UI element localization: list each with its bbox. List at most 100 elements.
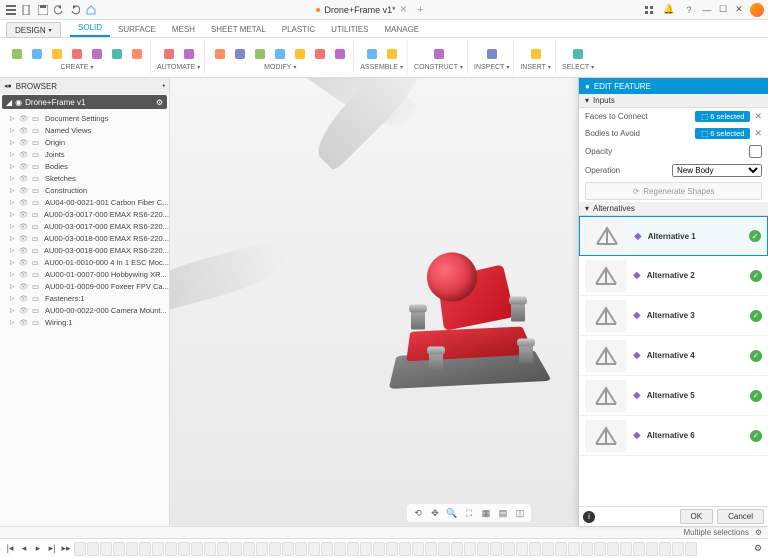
expand-icon[interactable]: ▷ — [10, 127, 16, 134]
tool-group-label[interactable]: AUTOMATE ▾ — [157, 64, 200, 71]
timeline-play-icon[interactable]: ▸ — [32, 543, 44, 555]
shell-icon[interactable] — [231, 45, 249, 63]
visibility-icon[interactable]: 👁 — [19, 198, 29, 206]
operation-select[interactable]: New Body — [672, 164, 762, 177]
expand-icon[interactable]: ▷ — [10, 199, 16, 206]
tool-group-label[interactable]: MODIFY ▾ — [264, 64, 296, 71]
tree-item[interactable]: ▷👁▭AU04-00-0021-001 Carbon Fiber C... — [0, 196, 169, 208]
tool-group-label[interactable]: CREATE ▾ — [61, 64, 94, 71]
expand-icon[interactable]: ▷ — [10, 271, 16, 278]
tool-group-label[interactable]: INSERT ▾ — [520, 64, 551, 71]
timeline-feature[interactable] — [555, 542, 567, 556]
timeline-feature[interactable] — [425, 542, 437, 556]
inputs-section-header[interactable]: ▾Inputs — [579, 94, 768, 108]
visibility-icon[interactable]: 👁 — [19, 222, 29, 230]
timeline-feature[interactable] — [373, 542, 385, 556]
timeline-feature[interactable] — [490, 542, 502, 556]
tool-group-label[interactable]: SELECT ▾ — [562, 64, 594, 71]
user-avatar[interactable] — [750, 3, 764, 17]
file-icon[interactable] — [20, 3, 34, 17]
extr-icon[interactable] — [88, 45, 106, 63]
tree-item[interactable]: ▷👁▭Fasteners:1 — [0, 292, 169, 304]
timeline-feature[interactable] — [100, 542, 112, 556]
expand-icon[interactable]: ▷ — [10, 115, 16, 122]
tree-item[interactable]: ▷👁▭AU00-03-0018-000 EMAX RS6-220... — [0, 244, 169, 256]
ribbon-tab-manage[interactable]: MANAGE — [376, 22, 427, 37]
save-icon[interactable] — [36, 3, 50, 17]
undo-icon[interactable] — [52, 3, 66, 17]
alternatives-section-header[interactable]: ▾Alternatives — [579, 202, 768, 216]
selection-pill[interactable]: ⬚ 6 selected — [695, 128, 750, 139]
pan-icon[interactable]: ✥ — [428, 506, 442, 520]
ribbon-tab-solid[interactable]: SOLID — [70, 20, 110, 37]
new-tab-icon[interactable]: + — [417, 4, 423, 16]
visibility-icon[interactable]: 👁 — [19, 126, 29, 134]
visibility-icon[interactable]: 👁 — [19, 306, 29, 314]
notification-icon[interactable]: 🔔 — [662, 3, 676, 17]
timeline-feature[interactable] — [594, 542, 606, 556]
tree-item[interactable]: ▷👁▭AU00-01-0009-000 Foxeer FPV Ca... — [0, 280, 169, 292]
joint-icon[interactable] — [363, 45, 381, 63]
timeline-feature[interactable] — [529, 542, 541, 556]
expand-icon[interactable]: ▷ — [10, 247, 16, 254]
timeline-feature[interactable] — [672, 542, 684, 556]
visibility-icon[interactable]: 👁 — [19, 246, 29, 254]
alternative-item[interactable]: ◆Alternative 6✓ — [579, 416, 768, 456]
rev-icon[interactable] — [108, 45, 126, 63]
ribbon-tab-sheet metal[interactable]: SHEET METAL — [203, 22, 274, 37]
timeline-feature[interactable] — [191, 542, 203, 556]
tree-item[interactable]: ▷👁▭AU00-01-0007-000 Hobbywing XR... — [0, 268, 169, 280]
timeline-settings-icon[interactable]: ⚙ — [752, 543, 764, 555]
visibility-icon[interactable]: 👁 — [19, 186, 29, 194]
timeline-feature[interactable] — [87, 542, 99, 556]
timeline-feature[interactable] — [74, 542, 86, 556]
auto1-icon[interactable] — [160, 45, 178, 63]
del-icon[interactable] — [331, 45, 349, 63]
press-icon[interactable] — [271, 45, 289, 63]
tree-item[interactable]: ▷👁▭Origin — [0, 136, 169, 148]
timeline-feature[interactable] — [269, 542, 281, 556]
split-icon[interactable] — [251, 45, 269, 63]
help-icon[interactable]: ? — [682, 3, 696, 17]
zoom-icon[interactable]: 🔍 — [445, 506, 459, 520]
timeline-next-icon[interactable]: ▸| — [46, 543, 58, 555]
timeline-feature[interactable] — [633, 542, 645, 556]
visibility-icon[interactable]: 👁 — [19, 294, 29, 302]
display-icon[interactable]: ▦ — [479, 506, 493, 520]
move-icon[interactable] — [291, 45, 309, 63]
timeline-feature[interactable] — [308, 542, 320, 556]
timeline-feature[interactable] — [438, 542, 450, 556]
app-menu-icon[interactable] — [4, 3, 18, 17]
timeline-feature[interactable] — [165, 542, 177, 556]
timeline-feature[interactable] — [568, 542, 580, 556]
timeline-feature[interactable] — [113, 542, 125, 556]
visibility-icon[interactable]: 👁 — [19, 150, 29, 158]
visibility-icon[interactable]: 👁 — [19, 162, 29, 170]
timeline-feature[interactable] — [607, 542, 619, 556]
clear-icon[interactable]: ✕ — [754, 111, 762, 122]
visibility-icon[interactable]: 👁 — [19, 282, 29, 290]
browser-root-node[interactable]: ◢◉ Drone+Frame v1 ⚙ — [2, 95, 167, 109]
sphere-icon[interactable] — [48, 45, 66, 63]
tool-group-label[interactable]: INSPECT ▾ — [474, 64, 509, 71]
expand-icon[interactable]: ▷ — [10, 187, 16, 194]
timeline-feature[interactable] — [399, 542, 411, 556]
visibility-icon[interactable]: 👁 — [19, 210, 29, 218]
tree-item[interactable]: ▷👁▭AU00-03-0017-000 EMAX RS6-220... — [0, 208, 169, 220]
tool-group-label[interactable]: CONSTRUCT ▾ — [414, 64, 463, 71]
cancel-button[interactable]: Cancel — [717, 509, 764, 524]
timeline-feature[interactable] — [659, 542, 671, 556]
timeline-start-icon[interactable]: |◂ — [4, 543, 16, 555]
meas-icon[interactable] — [483, 45, 501, 63]
timeline-items[interactable] — [74, 542, 750, 556]
ribbon-tab-plastic[interactable]: PLASTIC — [274, 22, 323, 37]
tree-item[interactable]: ▷👁▭Wiring:1 — [0, 316, 169, 328]
timeline-feature[interactable] — [204, 542, 216, 556]
tree-item[interactable]: ▷👁▭Bodies — [0, 160, 169, 172]
visibility-icon[interactable]: 👁 — [19, 138, 29, 146]
timeline-feature[interactable] — [282, 542, 294, 556]
torus-icon[interactable] — [68, 45, 86, 63]
tool-group-label[interactable]: ASSEMBLE ▾ — [360, 64, 403, 71]
ribbon-tab-mesh[interactable]: MESH — [164, 22, 203, 37]
timeline-feature[interactable] — [230, 542, 242, 556]
